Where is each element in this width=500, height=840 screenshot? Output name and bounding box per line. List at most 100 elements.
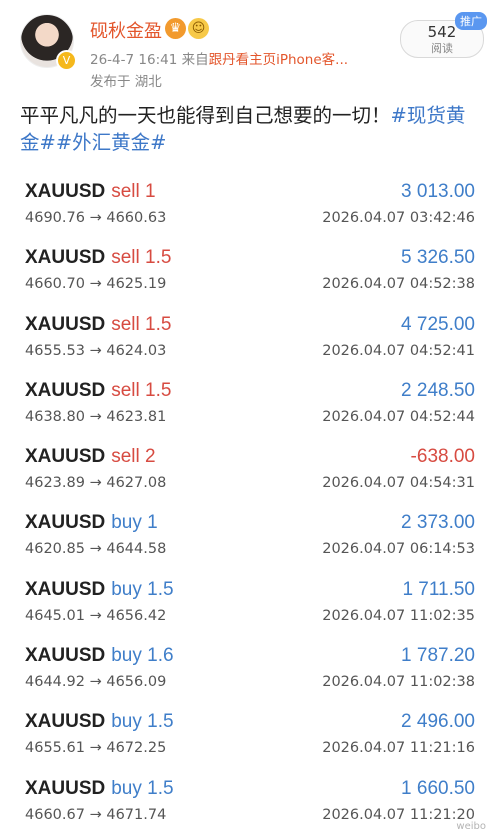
trade-open-price: 4638.80 xyxy=(25,408,85,425)
crown-medal-icon[interactable]: ♛ xyxy=(165,18,186,39)
trade-open-price: 4655.53 xyxy=(25,342,85,359)
trade-profit: 3 013.00 xyxy=(401,181,475,202)
arrow-right-icon: → xyxy=(89,342,102,359)
trade-lots: 1.5 xyxy=(147,578,174,600)
trade-time: 2026.04.07 11:02:38 xyxy=(322,674,475,691)
trade-lots: 1.6 xyxy=(147,645,174,667)
trade-lots: 1.5 xyxy=(145,379,172,401)
trade-lots: 1.5 xyxy=(147,711,174,733)
trade-close-price: 4660.63 xyxy=(106,210,167,226)
trade-side-label: buy xyxy=(111,512,142,534)
trade-side: buy 1.5 xyxy=(111,579,173,600)
trade-open-price: 4644.92 xyxy=(25,674,85,691)
trade-side: buy 1.6 xyxy=(111,645,173,666)
trade-side-label: sell xyxy=(111,379,140,401)
trade-time: 2026.04.07 03:42:46 xyxy=(322,210,475,226)
post-source-link[interactable]: 跟丹看主页iPhone客... xyxy=(209,52,348,68)
trade-symbol: XAUUSD xyxy=(25,711,106,733)
trade-symbol: XAUUSD xyxy=(25,181,106,202)
trade-lots: 2 xyxy=(145,446,156,468)
trade-side-label: buy xyxy=(111,578,142,600)
trade-symbol-line: XAUUSD buy 1.5 xyxy=(25,711,174,733)
post-text: 平平凡凡的一天也能得到自己想要的一切！ xyxy=(20,104,391,127)
trade-side-label: sell xyxy=(111,313,140,335)
post-timestamp: 26-4-7 16:41 xyxy=(90,52,178,68)
trade-open-price: 4660.67 xyxy=(25,806,85,823)
trade-profit: 2 248.50 xyxy=(401,379,475,401)
trade-time: 2026.04.07 11:21:20 xyxy=(322,806,475,823)
trade-symbol-line: XAUUSD sell 1 xyxy=(25,181,156,203)
trade-row: XAUUSD buy 1.5 1 660.50 4660.67 → 4671.74 20… xyxy=(0,770,500,836)
via-prefix: 来自 xyxy=(181,52,209,68)
trade-close-price: 4644.58 xyxy=(106,541,167,558)
trade-side: sell 1.5 xyxy=(111,247,171,268)
trade-side: sell 2 xyxy=(111,446,155,467)
trade-lots: 1.5 xyxy=(145,313,172,335)
trade-side-label: sell xyxy=(111,247,140,269)
trade-row: XAUUSD buy 1.5 2 496.00 4655.61 → 4672.25 20… xyxy=(0,703,500,769)
trade-prices: 4655.61 → 4672.25 xyxy=(25,740,166,756)
trade-symbol: XAUUSD xyxy=(25,777,106,799)
emoji-face-icon[interactable]: ☺ xyxy=(188,18,209,39)
arrow-right-icon: → xyxy=(89,806,102,823)
trade-symbol-line: XAUUSD buy 1.6 xyxy=(25,645,174,667)
trade-close-price: 4672.25 xyxy=(106,740,167,757)
trade-profit: 5 326.50 xyxy=(401,247,475,269)
trade-prices: 4644.92 → 4656.09 xyxy=(25,674,166,690)
trade-row: XAUUSD buy 1 2 373.00 4620.85 → 4644.58 2026… xyxy=(0,504,500,570)
arrow-right-icon: → xyxy=(89,408,102,425)
trade-lots: 1.5 xyxy=(145,247,172,269)
trade-side: sell 1.5 xyxy=(111,314,171,335)
trade-row: XAUUSD sell 2 -638.00 4623.89 → 4627.08 2026… xyxy=(0,438,500,504)
trade-lots: 1 xyxy=(145,181,156,202)
trade-side: buy 1.5 xyxy=(111,778,173,799)
trade-prices: 4655.53 → 4624.03 xyxy=(25,343,166,359)
trade-symbol: XAUUSD xyxy=(25,512,106,534)
trade-row: XAUUSD sell 1.5 4 725.00 4655.53 → 4624.03 2… xyxy=(0,306,500,372)
trade-side: buy 1.5 xyxy=(111,711,173,732)
username[interactable]: 砚秋金盈 xyxy=(90,17,162,43)
promo-tag: 推广 xyxy=(455,12,487,30)
arrow-right-icon: → xyxy=(89,740,102,757)
trade-symbol-line: XAUUSD sell 2 xyxy=(25,446,156,468)
trade-time: 2026.04.07 11:02:35 xyxy=(322,607,475,624)
trade-symbol-line: XAUUSD sell 1.5 xyxy=(25,380,171,402)
trade-lots: 1 xyxy=(147,512,158,534)
trade-profit: 1 660.50 xyxy=(401,777,475,799)
trade-time: 2026.04.07 04:52:41 xyxy=(322,342,475,359)
trade-close-price: 4624.03 xyxy=(106,342,167,359)
arrow-right-icon: → xyxy=(89,607,102,624)
trade-time: 2026.04.07 04:52:38 xyxy=(322,276,475,293)
arrow-right-icon: → xyxy=(89,276,102,293)
post-meta: 26-4-7 16:41 来自跟丹看主页iPhone客... xyxy=(90,48,380,68)
trade-symbol-line: XAUUSD buy 1 xyxy=(25,512,158,534)
trade-close-price: 4623.81 xyxy=(106,408,167,425)
trade-time: 2026.04.07 06:14:53 xyxy=(322,541,475,558)
arrow-right-icon: → xyxy=(89,210,102,226)
arrow-right-icon: → xyxy=(89,541,102,558)
trade-symbol: XAUUSD xyxy=(25,446,106,468)
trade-close-price: 4627.08 xyxy=(106,475,167,492)
trade-profit: 1 787.20 xyxy=(401,645,475,667)
trade-lots: 1.5 xyxy=(147,777,174,799)
trade-symbol-line: XAUUSD sell 1.5 xyxy=(25,247,171,269)
trade-symbol: XAUUSD xyxy=(25,313,106,335)
trade-side-label: buy xyxy=(111,711,142,733)
trade-row: XAUUSD buy 1.6 1 787.20 4644.92 → 4656.09 20… xyxy=(0,637,500,703)
trade-symbol-line: XAUUSD buy 1.5 xyxy=(25,579,174,601)
post-location: 发布于 湖北 xyxy=(90,74,162,90)
trade-close-price: 4671.74 xyxy=(106,806,167,823)
trade-prices: 4690.76 → 4660.63 xyxy=(25,210,166,226)
arrow-right-icon: → xyxy=(89,475,102,492)
trade-row: XAUUSD buy 1.5 1 711.50 4645.01 → 4656.42 20… xyxy=(0,571,500,637)
trade-side: sell 1 xyxy=(111,181,155,202)
trade-time: 2026.04.07 04:54:31 xyxy=(322,475,475,492)
trade-row: XAUUSD sell 1.5 5 326.50 4660.70 → 4625.19 2… xyxy=(0,239,500,305)
trade-side-label: sell xyxy=(111,446,140,468)
watermark: weibo xyxy=(456,821,486,832)
trade-open-price: 4645.01 xyxy=(25,607,85,624)
trade-side-label: buy xyxy=(111,645,142,667)
trade-open-price: 4660.70 xyxy=(25,276,85,293)
verified-v-icon: V xyxy=(56,50,77,71)
arrow-right-icon: → xyxy=(89,674,102,691)
